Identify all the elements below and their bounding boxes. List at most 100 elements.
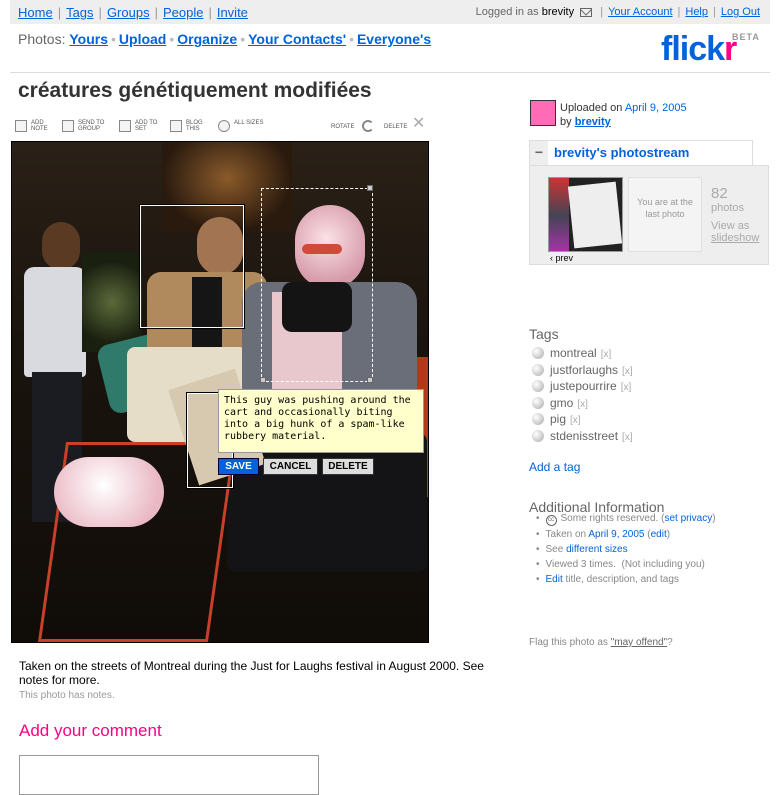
note-resize-handle-bottom[interactable] (367, 377, 373, 383)
globe-icon (532, 397, 544, 409)
views-note: (Not including you) (621, 559, 705, 570)
your-account-link[interactable]: Your Account (608, 6, 672, 18)
nav-tags[interactable]: Tags (66, 5, 93, 20)
globe-icon (532, 364, 544, 376)
logo-text: flick (661, 30, 725, 68)
note-delete-button[interactable]: DELETE (322, 458, 374, 475)
note-text-editor[interactable]: This guy was pushing around the cart and… (218, 389, 424, 453)
flickr-logo[interactable]: flickr (661, 30, 737, 69)
add-tag-link[interactable]: Add a tag (529, 460, 580, 474)
mail-icon[interactable] (580, 7, 593, 17)
uploaded-date-link[interactable]: April 9, 2005 (625, 102, 687, 114)
send-to-group-icon (62, 120, 74, 132)
send-to-group-label: SEND TO GROUP (78, 120, 105, 132)
flag-suffix: ? (667, 637, 673, 648)
see-label: See (545, 544, 564, 555)
all-sizes-label: ALL SIZES (234, 120, 264, 126)
note-box-man[interactable] (139, 204, 245, 329)
note-resize-handle-top[interactable] (367, 185, 373, 191)
tag-link[interactable]: montreal (550, 346, 597, 360)
blog-this-label: BLOG THIS (186, 120, 203, 132)
global-nav: Home | Tags | Groups | People | Invite (18, 5, 248, 20)
views-count: Viewed 3 times. (545, 559, 616, 570)
tag-link[interactable]: justforlaughs (550, 363, 618, 377)
photostream-tab: − brevity's photostream (529, 140, 753, 165)
photos-nav-upload[interactable]: Upload (119, 31, 166, 47)
taken-date-link[interactable]: April 9, 2005 (588, 529, 644, 540)
different-sizes-link[interactable]: different sizes (566, 544, 628, 555)
add-note-label: ADD NOTE (31, 120, 48, 132)
sizes-info: • See different sizes (536, 544, 628, 555)
delete-label: DELETE (384, 124, 408, 130)
photo-girl-head (42, 222, 80, 270)
edit-suffix: title, description, and tags (565, 574, 679, 585)
blog-this-icon (170, 120, 182, 132)
tag-remove[interactable]: [x] (621, 382, 632, 393)
rights-text: Some rights reserved. (560, 513, 659, 524)
tag-link[interactable]: pig (550, 412, 566, 426)
photostream-title[interactable]: brevity's photostream (554, 145, 689, 160)
photos-nav-yours[interactable]: Yours (69, 31, 108, 47)
prev-link[interactable]: ‹ prev (550, 253, 573, 263)
photos-nav-label: Photos: (18, 31, 66, 47)
photo-girl-shirt (24, 267, 86, 377)
tag-remove[interactable]: [x] (570, 415, 581, 426)
collapse-icon[interactable]: − (530, 141, 548, 165)
globe-icon (532, 430, 544, 442)
note-save-button[interactable]: SAVE (218, 458, 259, 475)
owner-link[interactable]: brevity (575, 116, 611, 128)
delete-x-icon: ✕ (412, 115, 426, 132)
photo-description: Taken on the streets of Montreal during … (19, 659, 484, 687)
nav-invite[interactable]: Invite (217, 5, 248, 20)
last-photo-notice: You are at the last photo (628, 177, 702, 252)
edit-link[interactable]: Edit (546, 574, 563, 585)
uploaded-label: Uploaded on (560, 102, 623, 114)
may-offend-link[interactable]: "may offend" (611, 637, 667, 648)
photo-count: 82 (711, 185, 728, 202)
tag-link[interactable]: justepourrire (550, 379, 617, 393)
help-link[interactable]: Help (685, 6, 708, 18)
logged-in-label: Logged in as (475, 6, 539, 18)
tag-item: montreal [x] (532, 346, 611, 362)
edit-info: • Edit title, description, and tags (536, 574, 679, 585)
photos-nav-everyone[interactable]: Everyone's (357, 31, 431, 47)
views-info: • Viewed 3 times. (Not including you) (536, 559, 705, 570)
tag-link[interactable]: gmo (550, 396, 573, 410)
tag-remove[interactable]: [x] (622, 366, 633, 377)
account-nav: Logged in as brevity | Your Account | Help |… (475, 6, 760, 18)
owner-avatar[interactable] (530, 100, 556, 126)
add-comment-heading: Add your comment (19, 721, 162, 740)
taken-edit-link[interactable]: edit (651, 529, 667, 540)
tag-link[interactable]: stdenisstreet (550, 429, 618, 443)
has-notes-label: This photo has notes. (19, 690, 115, 701)
tag-remove[interactable]: [x] (601, 349, 612, 360)
flag-photo: Flag this photo as "may offend"? (529, 637, 673, 648)
tag-remove[interactable]: [x] (622, 432, 633, 443)
set-privacy-link[interactable]: set privacy (664, 513, 712, 524)
view-as-label: View as (711, 220, 750, 232)
photos-nav-contacts[interactable]: Your Contacts' (248, 31, 346, 47)
tag-remove[interactable]: [x] (577, 399, 588, 410)
logout-link[interactable]: Log Out (721, 6, 760, 18)
nav-home[interactable]: Home (18, 5, 53, 20)
nav-people[interactable]: People (163, 5, 203, 20)
comment-textarea[interactable] (19, 755, 319, 795)
photo-title[interactable]: créatures génétiquement modifiées (18, 79, 372, 103)
nav-groups[interactable]: Groups (107, 5, 150, 20)
taken-label: Taken on (545, 529, 587, 540)
photos-nav-organize[interactable]: Organize (177, 31, 237, 47)
flag-label: Flag this photo as (529, 637, 608, 648)
prev-photo-thumbnail[interactable] (548, 177, 623, 252)
note-resize-handle-left[interactable] (260, 377, 266, 383)
tag-item: pig [x] (532, 412, 581, 428)
tag-item: justepourrire [x] (532, 379, 631, 395)
tags-heading: Tags (529, 326, 559, 342)
slideshow-link[interactable]: slideshow (711, 232, 759, 244)
note-box-editing[interactable] (261, 188, 373, 382)
tag-item: justforlaughs [x] (532, 363, 633, 379)
note-cancel-button[interactable]: CANCEL (263, 458, 318, 475)
beta-badge: BETA (732, 32, 760, 42)
by-label: by (560, 116, 572, 128)
creative-commons-icon[interactable]: cc (545, 515, 557, 526)
globe-icon (532, 380, 544, 392)
